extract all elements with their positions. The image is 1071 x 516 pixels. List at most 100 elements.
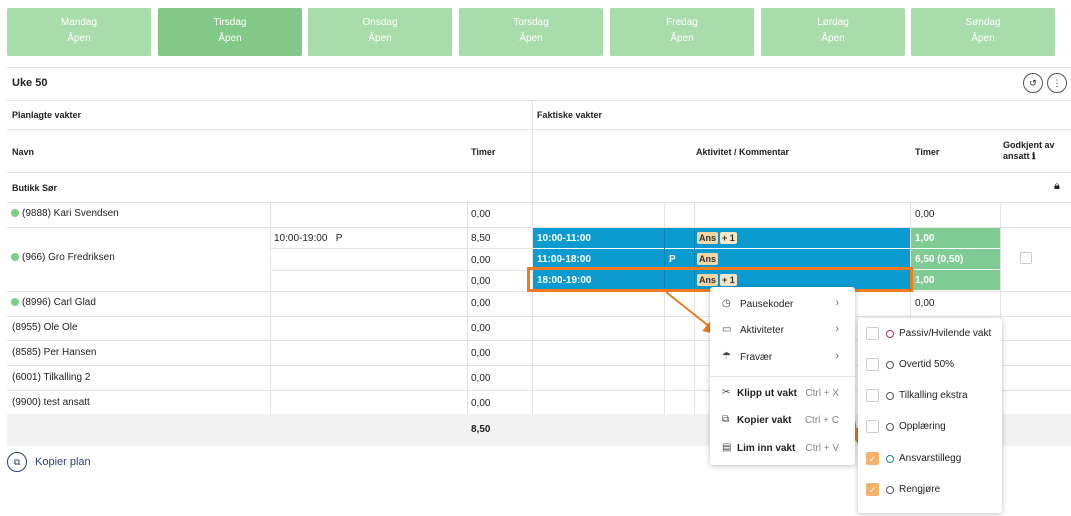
menu-klipp-ut[interactable]: ✂ Klipp ut vakt Ctrl + X xyxy=(710,380,855,406)
actual-hours-2: 6,50 (0,50) xyxy=(911,249,1000,269)
activity-rengjore[interactable]: ✓ Rengjøre xyxy=(858,474,1002,505)
menu-shortcut: Ctrl + V xyxy=(805,443,839,454)
activity-overtid[interactable]: Overtid 50% xyxy=(858,349,1002,380)
checkbox[interactable] xyxy=(866,358,879,371)
table-row[interactable]: (8585) Per Hansen xyxy=(12,347,97,358)
day-status: Åpen xyxy=(821,33,845,44)
copy-icon: ⧉ xyxy=(722,414,730,425)
menu-label: Kopier vakt xyxy=(737,415,792,426)
day-name: Torsdag xyxy=(513,17,549,28)
tag-ans: Ans xyxy=(697,232,719,244)
table-row[interactable]: (8955) Ole Ole xyxy=(12,322,78,333)
kopier-plan-link[interactable]: Kopier plan xyxy=(35,456,91,468)
tab-torsdag[interactable]: Torsdag Åpen xyxy=(459,8,603,56)
planned-hours: 0,00 xyxy=(471,323,491,334)
info-icon[interactable]: ℹ xyxy=(1032,151,1035,161)
chevron-right-icon: › xyxy=(835,323,839,335)
hours-value: 6,50 (0,50) xyxy=(915,254,964,265)
tab-sondag[interactable]: Søndag Åpen xyxy=(911,8,1055,56)
week-title: Uke 50 xyxy=(12,77,48,89)
activity-label: Overtid 50% xyxy=(899,359,955,370)
table-row[interactable]: (9888) Kari Svendsen xyxy=(11,208,119,219)
planned-hours: 0,00 xyxy=(471,276,491,287)
table-row[interactable]: (8996) Carl Glad xyxy=(11,297,96,308)
activity-ansvarstillegg[interactable]: ✓ Ansvarstillegg xyxy=(858,443,1002,474)
day-status: Åpen xyxy=(519,33,543,44)
table-row[interactable]: (966) Gro Fredriksen xyxy=(11,252,115,263)
actual-hours-1: 1,00 xyxy=(911,228,1000,248)
day-name: Lørdag xyxy=(817,17,849,28)
checkbox[interactable] xyxy=(866,389,879,402)
actual-shift-1[interactable]: 10:00-11:00 Ans + 1 xyxy=(533,228,910,248)
activity-passiv[interactable]: Passiv/Hvilende vakt xyxy=(858,318,1002,349)
shift-flag: P xyxy=(335,233,343,244)
menu-fravaer[interactable]: ☂ Fravær › xyxy=(710,344,855,370)
more-vertical-icon[interactable]: ⋮ xyxy=(1047,73,1067,93)
planned-hours: 0,00 xyxy=(471,373,491,384)
activity-color-icon xyxy=(886,486,894,494)
actual-hours: 0,00 xyxy=(915,209,935,220)
menu-aktiviteter[interactable]: ▭ Aktiviteter › xyxy=(710,317,855,343)
hours-value: 1,00 xyxy=(915,275,935,286)
checkbox-checked[interactable]: ✓ xyxy=(866,452,879,465)
planned-hours: 0,00 xyxy=(471,209,491,220)
table-row[interactable]: (9900) test ansatt xyxy=(12,397,90,408)
total-hours: 8,50 xyxy=(471,424,491,435)
day-status: Åpen xyxy=(67,33,91,44)
tab-lordag[interactable]: Lørdag Åpen xyxy=(761,8,905,56)
actual-hours-column-header: Timer xyxy=(915,147,940,157)
day-name: Søndag xyxy=(965,17,1001,28)
activity-label: Ansvarstillegg xyxy=(899,453,962,464)
table-row[interactable]: (6001) Tilkalling 2 xyxy=(12,372,90,383)
shift-time: 10:00-19:00 xyxy=(274,233,328,244)
divider xyxy=(7,172,1071,173)
checkbox-checked[interactable]: ✓ xyxy=(866,483,879,496)
activity-color-icon xyxy=(886,392,894,400)
divider xyxy=(7,129,1071,130)
planned-shift[interactable]: 10:00-19:00 P xyxy=(274,233,342,244)
chevron-right-icon: › xyxy=(835,350,839,362)
planned-hours: 0,00 xyxy=(471,255,491,266)
divider xyxy=(270,248,532,249)
menu-lim-inn[interactable]: ▤ Lim inn vakt Ctrl + V xyxy=(710,435,855,461)
planned-hours: 0,00 xyxy=(471,398,491,409)
divider xyxy=(270,270,532,271)
approved-checkbox[interactable] xyxy=(1020,252,1032,264)
employee-name: (8585) Per Hansen xyxy=(12,347,97,358)
menu-label: Klipp ut vakt xyxy=(737,388,798,399)
tab-onsdag[interactable]: Onsdag Åpen xyxy=(308,8,452,56)
activity-opplaering[interactable]: Opplæring xyxy=(858,411,1002,442)
employee-name: (9900) test ansatt xyxy=(12,397,90,408)
tab-fredag[interactable]: Fredag Åpen xyxy=(610,8,754,56)
umbrella-icon: ☂ xyxy=(722,351,731,362)
actual-hours-3: 1,00 xyxy=(911,270,1000,290)
tab-tirsdag[interactable]: Tirsdag Åpen xyxy=(158,8,302,56)
status-dot xyxy=(11,253,19,261)
employee-name: (8996) Carl Glad xyxy=(22,297,96,308)
history-icon[interactable]: ↺ xyxy=(1023,73,1043,93)
divider xyxy=(7,100,1071,101)
hours-value: 1,00 xyxy=(915,233,935,244)
actual-shift-2[interactable]: 11:00-18:00 P Ans xyxy=(533,249,910,269)
day-status: Åpen xyxy=(218,33,242,44)
menu-kopier[interactable]: ⧉ Kopier vakt Ctrl + C xyxy=(710,407,855,433)
menu-pausekoder[interactable]: ◷ Pausekoder › xyxy=(710,291,855,317)
tab-mandag[interactable]: Mandag Åpen xyxy=(7,8,151,56)
checkbox[interactable] xyxy=(866,327,879,340)
copy-icon[interactable]: ⧉ xyxy=(7,452,27,472)
employee-name: (6001) Tilkalling 2 xyxy=(12,372,91,383)
lock-icon[interactable]: 🔒︎ xyxy=(1054,180,1060,193)
activity-tilkalling[interactable]: Tilkalling ekstra xyxy=(858,380,1002,411)
name-column-header: Navn xyxy=(12,147,35,157)
activity-color-icon xyxy=(886,330,894,338)
menu-shortcut: Ctrl + C xyxy=(804,415,839,426)
menu-label: Aktiviteter xyxy=(740,325,784,336)
briefcase-icon: ▭ xyxy=(722,324,732,335)
activity-color-icon xyxy=(886,455,894,463)
menu-divider xyxy=(710,376,855,377)
scissors-icon: ✂ xyxy=(722,387,731,398)
paste-icon: ▤ xyxy=(722,442,732,453)
checkbox[interactable] xyxy=(866,420,879,433)
activity-label: Passiv/Hvilende vakt xyxy=(899,328,992,339)
group-name: Butikk Sør xyxy=(12,183,58,193)
